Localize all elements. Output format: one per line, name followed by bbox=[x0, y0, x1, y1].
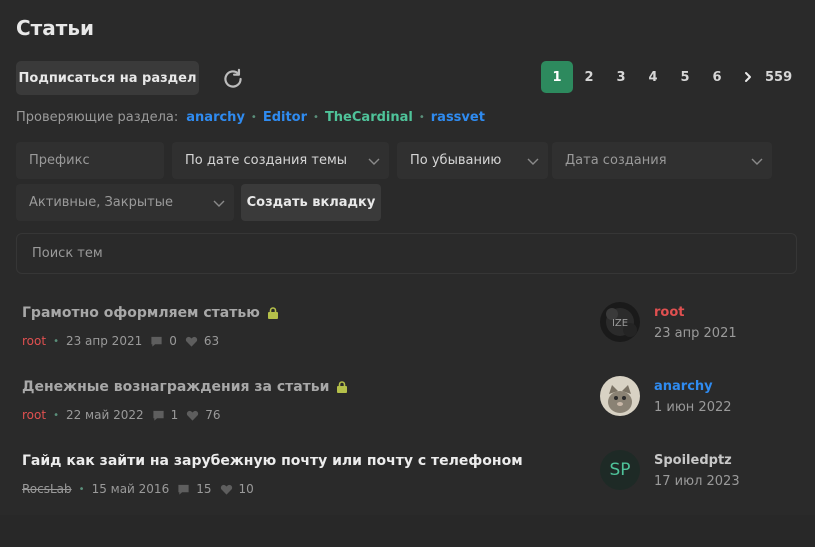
separator-dot: • bbox=[78, 483, 85, 495]
avatar-initials: SP bbox=[609, 460, 631, 480]
thread-author-link[interactable]: RocsLab bbox=[22, 482, 72, 496]
last-post-info: IZE root 23 апр 2021 bbox=[600, 302, 800, 346]
chevron-down-icon bbox=[751, 158, 763, 165]
search-input[interactable]: Поиск тем bbox=[16, 233, 797, 274]
separator-dot: • bbox=[53, 335, 59, 347]
moderators-label: Проверяющие раздела: bbox=[16, 110, 179, 125]
separator-dot: • bbox=[313, 112, 319, 123]
last-post-info: anarchy 1 июн 2022 bbox=[600, 376, 800, 420]
thread-author-link[interactable]: root bbox=[22, 408, 46, 422]
next-page-button[interactable] bbox=[733, 61, 763, 93]
sort-by-value: По дате создания темы bbox=[185, 153, 348, 168]
replies-count: 0 bbox=[169, 334, 177, 348]
moderator-link-anarchy[interactable]: anarchy bbox=[186, 110, 245, 125]
last-post-info: SP Spoiledptz 17 июл 2023 bbox=[600, 450, 800, 494]
thread-meta: RocsLab • 15 май 2016 15 10 bbox=[22, 482, 254, 496]
replies-count: 1 bbox=[170, 408, 179, 422]
page-2-button[interactable]: 2 bbox=[573, 61, 605, 93]
order-select[interactable]: По убыванию bbox=[397, 142, 548, 179]
date-filter-select[interactable]: Дата создания bbox=[552, 142, 772, 179]
avatar[interactable] bbox=[600, 376, 640, 416]
avatar[interactable]: IZE bbox=[600, 302, 640, 342]
moderator-link-editor[interactable]: Editor bbox=[263, 110, 307, 125]
avatar[interactable]: SP bbox=[600, 450, 640, 490]
thread-row: Денежные вознаграждения за статьи root •… bbox=[22, 376, 800, 439]
order-value: По убыванию bbox=[410, 153, 502, 168]
page-1-button[interactable]: 1 bbox=[541, 61, 573, 93]
prefix-filter[interactable]: Префикс bbox=[16, 142, 164, 179]
likes-count: 63 bbox=[203, 334, 220, 348]
prefix-filter-placeholder: Префикс bbox=[29, 153, 90, 168]
page-4-button[interactable]: 4 bbox=[637, 61, 669, 93]
thread-title-text: Грамотно оформляем статью bbox=[22, 305, 260, 321]
thread-title-text: Денежные вознаграждения за статьи bbox=[22, 379, 330, 395]
thread-meta: root • 22 май 2022 1 76 bbox=[22, 408, 221, 422]
page-3-button[interactable]: 3 bbox=[605, 61, 637, 93]
likes-count: 10 bbox=[238, 482, 254, 496]
thread-date: 22 май 2022 bbox=[65, 408, 144, 422]
page-title: Статьи bbox=[16, 16, 95, 40]
last-post-user-link[interactable]: root bbox=[654, 305, 685, 320]
search-placeholder: Поиск тем bbox=[32, 246, 103, 261]
heart-icon bbox=[220, 484, 232, 495]
page-last-button[interactable]: 559 bbox=[763, 61, 796, 93]
thread-date: 15 май 2016 bbox=[91, 482, 170, 496]
thread-title-link[interactable]: Денежные вознаграждения за статьи bbox=[22, 379, 349, 395]
moderators-line: Проверяющие раздела: anarchy • Editor • … bbox=[16, 110, 485, 125]
replies-count: 15 bbox=[196, 482, 212, 496]
lock-icon bbox=[267, 307, 278, 319]
date-filter-placeholder: Дата создания bbox=[565, 153, 667, 168]
last-post-date: 17 июл 2023 bbox=[654, 474, 740, 489]
comment-icon bbox=[151, 336, 162, 347]
thread-row: Грамотно оформляем статью root • 23 апр … bbox=[22, 302, 800, 365]
lock-icon bbox=[337, 381, 348, 393]
sort-by-select[interactable]: По дате создания темы bbox=[172, 142, 389, 179]
thread-meta: root • 23 апр 2021 0 63 bbox=[22, 334, 219, 348]
svg-text:IZE: IZE bbox=[612, 318, 628, 329]
likes-count: 76 bbox=[205, 408, 221, 422]
chevron-down-icon bbox=[213, 200, 225, 207]
thread-date: 23 апр 2021 bbox=[65, 334, 143, 348]
chevron-down-icon bbox=[368, 158, 380, 165]
last-post-date: 23 апр 2021 bbox=[654, 326, 737, 341]
last-post-user-link[interactable]: anarchy bbox=[654, 379, 713, 394]
create-tab-button[interactable]: Создать вкладку bbox=[241, 184, 381, 221]
separator-dot: • bbox=[250, 112, 257, 123]
thread-title-link[interactable]: Гайд как зайти на зарубежную почту или п… bbox=[22, 453, 523, 469]
page-5-button[interactable]: 5 bbox=[669, 61, 701, 93]
page-footer-area bbox=[0, 515, 815, 547]
last-post-date: 1 июн 2022 bbox=[654, 400, 732, 415]
cat-avatar-image bbox=[600, 376, 640, 416]
thread-title-text: Гайд как зайти на зарубежную почту или п… bbox=[22, 453, 523, 469]
comment-icon bbox=[153, 410, 164, 421]
last-post-user-link[interactable]: Spoiledptz bbox=[654, 453, 732, 468]
thread-title-link[interactable]: Грамотно оформляем статью bbox=[22, 305, 280, 321]
thread-author-link[interactable]: root bbox=[22, 334, 46, 348]
thread-row: Гайд как зайти на зарубежную почту или п… bbox=[22, 450, 800, 513]
pagination: 1 2 3 4 5 6 559 bbox=[541, 61, 796, 93]
separator-dot: • bbox=[53, 409, 59, 421]
subscribe-button[interactable]: Подписаться на раздел bbox=[16, 61, 199, 95]
state-filter-select[interactable]: Активные, Закрытые bbox=[16, 184, 234, 221]
chevron-right-icon bbox=[745, 72, 751, 82]
avatar-image: IZE bbox=[600, 302, 640, 342]
page-6-button[interactable]: 6 bbox=[701, 61, 733, 93]
heart-icon bbox=[185, 336, 198, 347]
moderator-link-rassvet[interactable]: rassvet bbox=[431, 110, 485, 125]
state-filter-value: Активные, Закрытые bbox=[29, 195, 173, 210]
comment-icon bbox=[178, 484, 189, 495]
moderator-link-thecardinal[interactable]: TheCardinal bbox=[325, 110, 413, 125]
chevron-down-icon bbox=[527, 158, 539, 165]
separator-dot: • bbox=[418, 112, 425, 123]
heart-icon bbox=[187, 410, 199, 421]
refresh-icon[interactable] bbox=[220, 66, 246, 92]
